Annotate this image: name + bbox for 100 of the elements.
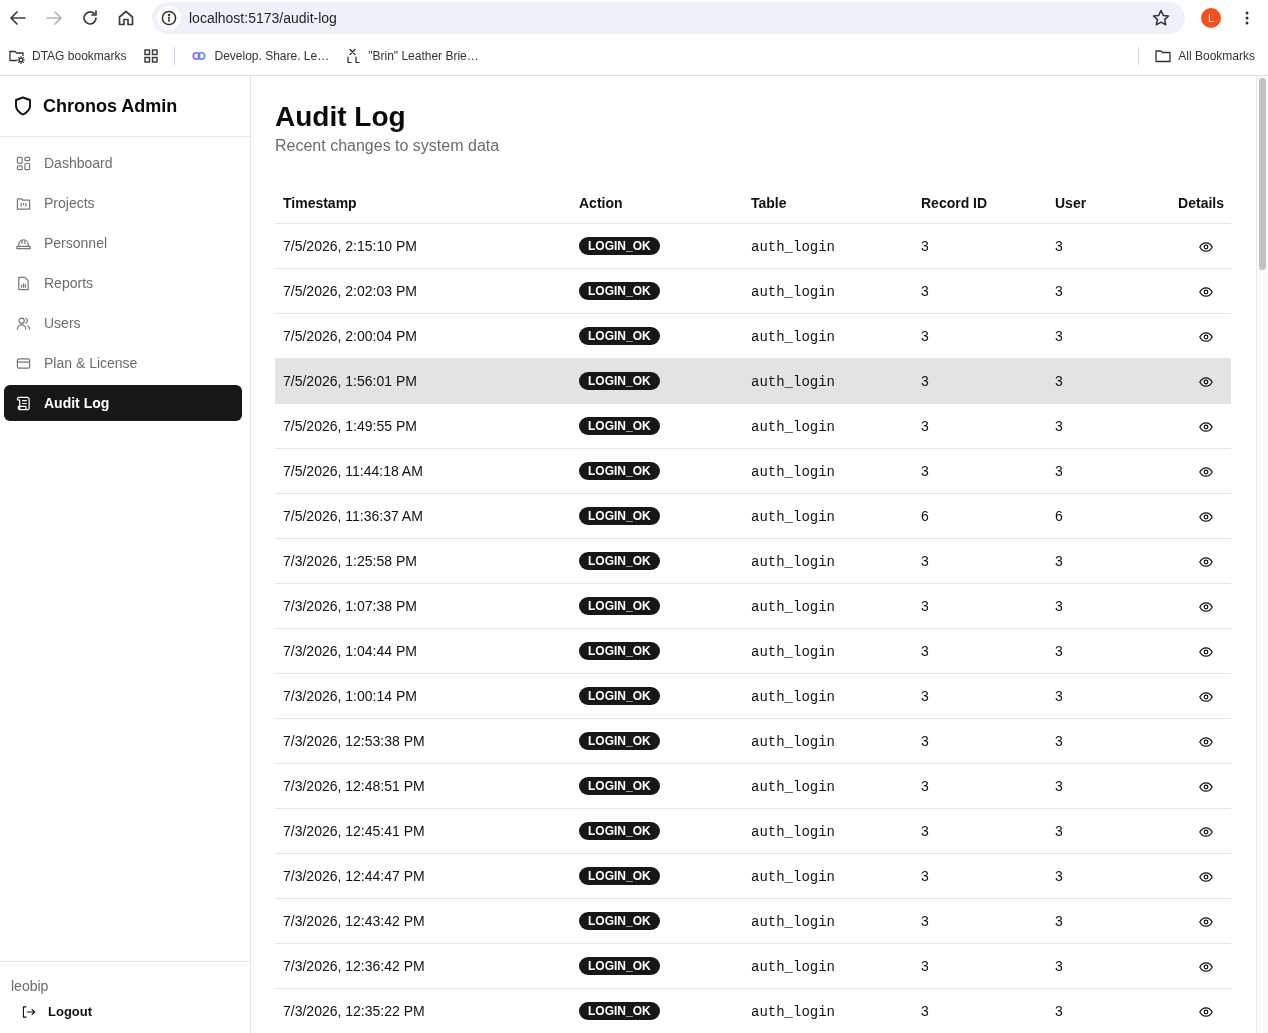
table-row[interactable]: 7/5/2026, 2:15:10 PM LOGIN_OK auth_login 3 3 — [275, 223, 1231, 269]
logout-button[interactable]: Logout — [11, 1004, 93, 1019]
site-info-icon[interactable] — [157, 6, 181, 30]
table-row[interactable]: 7/3/2026, 1:25:58 PM LOGIN_OK auth_login 3 3 — [275, 538, 1231, 584]
eye-icon[interactable] — [1199, 422, 1213, 433]
table-row[interactable]: 7/3/2026, 12:44:47 PM LOGIN_OK auth_login 3 3 — [275, 853, 1231, 899]
nav-item[interactable]: Plan & License — [4, 345, 242, 381]
table-row[interactable]: 7/5/2026, 1:49:55 PM LOGIN_OK auth_login 3 3 — [275, 403, 1231, 449]
star-icon[interactable] — [1152, 9, 1170, 27]
folder-icon — [1155, 47, 1172, 64]
reload-icon[interactable] — [81, 9, 99, 27]
card-icon — [16, 355, 31, 371]
page-subtitle: Recent changes to system data — [275, 136, 501, 156]
eye-icon[interactable] — [1199, 962, 1213, 973]
eye-icon[interactable] — [1199, 332, 1213, 343]
record-id-cell: 3 — [921, 688, 929, 704]
table-name-cell: auth_login — [751, 778, 835, 795]
table-row[interactable]: 7/5/2026, 2:02:03 PM LOGIN_OK auth_login 3 3 — [275, 268, 1231, 314]
eye-icon[interactable] — [1199, 287, 1213, 298]
user-cell: 3 — [1055, 373, 1063, 389]
scrollbar-thumb[interactable] — [1259, 78, 1266, 270]
action-badge: LOGIN_OK — [579, 507, 660, 525]
user-cell: 3 — [1055, 328, 1063, 344]
shield-icon — [14, 96, 32, 116]
back-arrow-icon[interactable] — [9, 9, 27, 27]
record-id-cell: 3 — [921, 1003, 929, 1019]
address-bar[interactable]: localhost:5173/audit-log — [152, 2, 1185, 34]
home-icon[interactable] — [117, 9, 135, 27]
user-cell: 3 — [1055, 778, 1063, 794]
record-id-cell: 3 — [921, 643, 929, 659]
record-id-cell: 3 — [921, 868, 929, 884]
action-badge: LOGIN_OK — [579, 417, 660, 435]
user-cell: 3 — [1055, 238, 1063, 254]
eye-icon[interactable] — [1199, 377, 1213, 388]
eye-icon[interactable] — [1199, 467, 1213, 478]
page-title: Audit Log — [275, 100, 407, 134]
timestamp-cell: 7/5/2026, 2:15:10 PM — [283, 238, 417, 254]
eye-icon[interactable] — [1199, 917, 1213, 928]
bookmark-folder[interactable]: All Bookmarks — [1155, 47, 1255, 64]
timestamp-cell: 7/3/2026, 12:36:42 PM — [283, 958, 425, 974]
timestamp-cell: 7/3/2026, 12:44:47 PM — [283, 868, 425, 884]
nav-item[interactable]: Audit Log — [4, 385, 242, 421]
table-row[interactable]: 7/3/2026, 12:48:51 PM LOGIN_OK auth_login 3 3 — [275, 763, 1231, 809]
eye-icon[interactable] — [1199, 872, 1213, 883]
eye-icon[interactable] — [1199, 602, 1213, 613]
table-row[interactable]: 7/3/2026, 12:53:38 PM LOGIN_OK auth_login 3 3 — [275, 718, 1231, 764]
nav-item[interactable]: Dashboard — [4, 145, 242, 181]
table-row[interactable]: 7/3/2026, 12:45:41 PM LOGIN_OK auth_login 3 3 — [275, 808, 1231, 854]
nav-item[interactable]: Projects — [4, 185, 242, 221]
record-id-cell: 3 — [921, 418, 929, 434]
table-name-cell: auth_login — [751, 463, 835, 480]
profile-avatar[interactable]: L — [1201, 8, 1221, 28]
table-name-cell: auth_login — [751, 823, 835, 840]
apps-grid-icon[interactable] — [144, 48, 159, 63]
action-badge: LOGIN_OK — [579, 822, 660, 840]
table-row[interactable]: 7/5/2026, 2:00:04 PM LOGIN_OK auth_login 3 3 — [275, 313, 1231, 359]
table-row[interactable]: 7/3/2026, 1:00:14 PM LOGIN_OK auth_login 3 3 — [275, 673, 1231, 719]
action-badge: LOGIN_OK — [579, 552, 660, 570]
eye-icon[interactable] — [1199, 782, 1213, 793]
eye-icon[interactable] — [1199, 1007, 1213, 1018]
table-row[interactable]: 7/5/2026, 1:56:01 PM LOGIN_OK auth_login 3 3 — [275, 358, 1231, 404]
eye-icon[interactable] — [1199, 692, 1213, 703]
eye-icon[interactable] — [1199, 512, 1213, 523]
nav-item[interactable]: Personnel — [4, 225, 242, 261]
eye-icon[interactable] — [1199, 557, 1213, 568]
bookmark-link[interactable]: "Brin" Leather Brie… — [345, 47, 479, 64]
scroll-icon — [16, 395, 31, 411]
bookmark-link[interactable]: DTAG bookmarks — [9, 47, 127, 64]
eye-icon[interactable] — [1199, 242, 1213, 253]
nav-item[interactable]: Users — [4, 305, 242, 341]
table-row[interactable]: 7/3/2026, 1:07:38 PM LOGIN_OK auth_login 3 3 — [275, 583, 1231, 629]
table-row[interactable]: 7/3/2026, 12:43:42 PM LOGIN_OK auth_login 3 3 — [275, 898, 1231, 944]
action-badge: LOGIN_OK — [579, 777, 660, 795]
record-id-cell: 3 — [921, 598, 929, 614]
record-id-cell: 6 — [921, 508, 929, 524]
action-badge: LOGIN_OK — [579, 912, 660, 930]
eye-icon[interactable] — [1199, 737, 1213, 748]
bookmark-link[interactable]: Develop. Share. Le… — [191, 47, 330, 64]
table-row[interactable]: 7/3/2026, 12:36:42 PM LOGIN_OK auth_login 3 3 — [275, 943, 1231, 989]
user-cell: 3 — [1055, 598, 1063, 614]
table-row[interactable]: 7/5/2026, 11:44:18 AM LOGIN_OK auth_login 3 3 — [275, 448, 1231, 494]
user-cell: 3 — [1055, 733, 1063, 749]
document-chart-icon — [16, 275, 31, 291]
record-id-cell: 3 — [921, 373, 929, 389]
nav-item[interactable]: Reports — [4, 265, 242, 301]
table-row[interactable]: 7/3/2026, 1:04:44 PM LOGIN_OK auth_login 3 3 — [275, 628, 1231, 674]
folder-icon — [16, 195, 31, 211]
table-name-cell: auth_login — [751, 643, 835, 660]
logo-icon — [345, 47, 362, 64]
table-row[interactable]: 7/5/2026, 11:36:37 AM LOGIN_OK auth_login 6 6 — [275, 493, 1231, 539]
app-title: Chronos Admin — [43, 95, 178, 117]
record-id-cell: 3 — [921, 913, 929, 929]
column-header: Record ID — [921, 195, 988, 211]
eye-icon[interactable] — [1199, 647, 1213, 658]
timestamp-cell: 7/3/2026, 12:35:22 PM — [283, 1003, 425, 1019]
user-cell: 3 — [1055, 553, 1063, 569]
eye-icon[interactable] — [1199, 827, 1213, 838]
menu-icon[interactable] — [1245, 11, 1249, 25]
timestamp-cell: 7/3/2026, 1:25:58 PM — [283, 553, 417, 569]
action-badge: LOGIN_OK — [579, 957, 660, 975]
